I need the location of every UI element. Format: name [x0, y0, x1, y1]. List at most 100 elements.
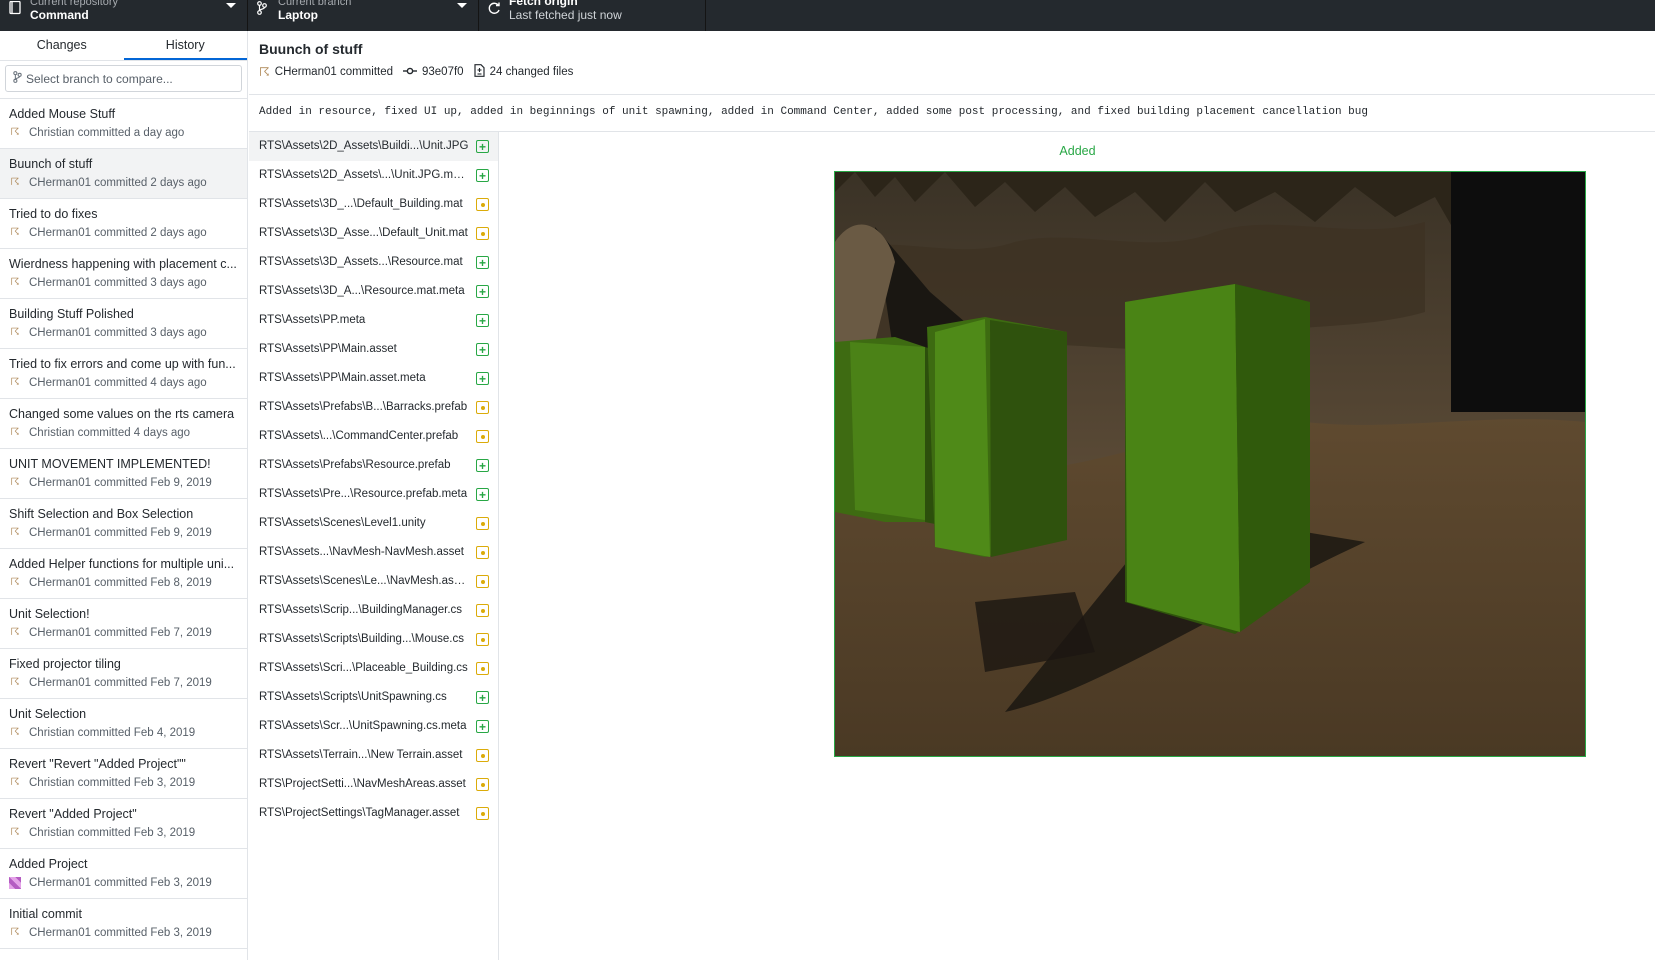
file-path: RTS\Assets\Terrain...\New Terrain.asset — [259, 749, 463, 761]
file-path: RTS\Assets\3D_...\Default_Building.mat — [259, 198, 463, 210]
file-path: RTS\Assets\Pre...\Resource.prefab.meta — [259, 488, 468, 500]
file-path: RTS\Assets\3D_Asse...\Default_Unit.mat — [259, 227, 468, 239]
changed-file-item[interactable]: RTS\Assets\Scripts\Building...\Mouse.cs — [249, 625, 498, 654]
commit-list-item[interactable]: Added Helper functions for multiple uni.… — [0, 549, 247, 599]
commit-item-meta: CHerman01 committed Feb 3, 2019 — [29, 927, 212, 939]
changed-file-item[interactable]: RTS\Assets\Scripts\UnitSpawning.cs + — [249, 683, 498, 712]
file-path: RTS\Assets\...\CommandCenter.prefab — [259, 430, 459, 442]
changed-file-item[interactable]: RTS\Assets\3D_A...\Resource.mat.meta + — [249, 277, 498, 306]
changed-file-item[interactable]: RTS\Assets\Scenes\Le...\NavMesh.asset — [249, 567, 498, 596]
commit-item-meta: CHerman01 committed Feb 9, 2019 — [29, 527, 212, 539]
commit-list-item[interactable]: Tried to do fixes ☈ CHerman01 committed 2 … — [0, 199, 247, 249]
file-path: RTS\Assets\Scrip...\BuildingManager.cs — [259, 604, 463, 616]
avatar: ☈ — [10, 527, 20, 538]
person-icon: ☈ — [259, 65, 270, 79]
commit-list-item[interactable]: Unit Selection! ☈ CHerman01 committed Feb … — [0, 599, 247, 649]
changed-file-item[interactable]: RTS\Assets\Terrain...\New Terrain.asset — [249, 741, 498, 770]
diff-viewer: Added — [500, 132, 1655, 960]
file-modified-icon — [476, 749, 489, 762]
changed-file-item[interactable]: RTS\Assets\Prefabs\Resource.prefab + — [249, 451, 498, 480]
file-path: RTS\Assets\3D_Assets...\Resource.mat — [259, 256, 463, 268]
changed-file-item[interactable]: RTS\Assets\2D_Assets\Buildi...\Unit.JPG + — [249, 132, 498, 161]
file-modified-icon — [476, 807, 489, 820]
file-path: RTS\Assets\3D_A...\Resource.mat.meta — [259, 285, 465, 297]
commit-list-item[interactable]: Fixed projector tiling ☈ CHerman01 committ… — [0, 649, 247, 699]
commit-list-item[interactable]: Added Mouse Stuff ☈ Christian committed a … — [0, 99, 247, 149]
fetch-origin-button[interactable]: Fetch origin Last fetched just now — [479, 0, 706, 31]
commit-list-item[interactable]: Changed some values on the rts camera ☈ Ch… — [0, 399, 247, 449]
file-modified-icon — [476, 662, 489, 675]
changed-file-item[interactable]: RTS\Assets\Scrip...\BuildingManager.cs — [249, 596, 498, 625]
commit-list-item[interactable]: Wierdness happening with placement c... ☈… — [0, 249, 247, 299]
commit-list-item[interactable]: Buunch of stuff ☈ CHerman01 committed 2 da… — [0, 149, 247, 199]
commit-item-title: Tried to fix errors and come up with fun… — [9, 357, 236, 371]
changed-file-item[interactable]: RTS\Assets\Pre...\Resource.prefab.meta + — [249, 480, 498, 509]
changed-file-item[interactable]: RTS\Assets\Prefabs\B...\Barracks.prefab — [249, 393, 498, 422]
file-path: RTS\Assets\Scenes\Le...\NavMesh.asset — [259, 575, 469, 587]
changed-file-item[interactable]: RTS\Assets\...\CommandCenter.prefab — [249, 422, 498, 451]
commit-item-title: Added Mouse Stuff — [9, 107, 116, 121]
changed-file-item[interactable]: RTS\ProjectSettings\TagManager.asset — [249, 799, 498, 828]
tab-changes[interactable]: Changes — [0, 31, 124, 60]
changed-file-item[interactable]: RTS\Assets\Scr...\UnitSpawning.cs.meta + — [249, 712, 498, 741]
commit-details: Buunch of stuff ☈ CHerman01 committed 93… — [249, 31, 1655, 960]
changed-files-count: 24 changed files — [489, 66, 574, 78]
commit-item-meta: CHerman01 committed Feb 3, 2019 — [29, 877, 212, 889]
branch-icon — [257, 1, 267, 17]
avatar: ☈ — [10, 927, 20, 938]
branch-name: Laptop — [278, 8, 318, 22]
changed-file-item[interactable]: RTS\Assets\PP\Main.asset.meta + — [249, 364, 498, 393]
tab-history[interactable]: History — [123, 31, 247, 60]
commit-item-title: Buunch of stuff — [9, 157, 93, 171]
changed-file-item[interactable]: RTS\Assets\3D_Assets...\Resource.mat + — [249, 248, 498, 277]
commit-item-meta: CHerman01 committed 3 days ago — [29, 277, 207, 289]
avatar: ☈ — [10, 627, 20, 638]
changed-file-item[interactable]: RTS\ProjectSetti...\NavMeshAreas.asset — [249, 770, 498, 799]
file-path: RTS\Assets\Prefabs\Resource.prefab — [259, 459, 451, 471]
changed-file-item[interactable]: RTS\Assets...\NavMesh-NavMesh.asset — [249, 538, 498, 567]
file-modified-icon — [476, 604, 489, 617]
file-added-icon: + — [476, 169, 489, 182]
commit-sha[interactable]: 93e07f0 — [422, 66, 464, 78]
commit-item-title: Tried to do fixes — [9, 207, 98, 221]
commit-list-item[interactable]: Added Project CHerman01 committed Feb 3, … — [0, 849, 247, 899]
file-modified-icon — [476, 633, 489, 646]
compare-branch-input[interactable] — [26, 71, 241, 86]
commit-item-title: UNIT MOVEMENT IMPLEMENTED! — [9, 457, 211, 471]
fetch-status: Last fetched just now — [509, 8, 622, 22]
file-modified-icon — [476, 430, 489, 443]
changed-file-item[interactable]: RTS\Assets\Scenes\Level1.unity — [249, 509, 498, 538]
commit-item-title: Added Helper functions for multiple uni.… — [9, 557, 235, 571]
commit-item-meta: Christian committed Feb 3, 2019 — [29, 827, 196, 839]
changed-file-item[interactable]: RTS\Assets\Scri...\Placeable_Building.cs — [249, 654, 498, 683]
commit-item-title: Revert "Added Project" — [9, 807, 137, 821]
commit-list-item[interactable]: Unit Selection ☈ Christian committed Feb 4… — [0, 699, 247, 749]
changed-file-item[interactable]: RTS\Assets\3D_...\Default_Building.mat — [249, 190, 498, 219]
commit-list-item[interactable]: Shift Selection and Box Selection ☈ CHerma… — [0, 499, 247, 549]
repository-selector[interactable]: Current repository Command — [0, 0, 248, 31]
commit-list: Added Mouse Stuff ☈ Christian committed a … — [0, 99, 247, 949]
commit-list-item[interactable]: UNIT MOVEMENT IMPLEMENTED! ☈ CHerman01 com… — [0, 449, 247, 499]
file-path: RTS\Assets\2D_Assets\Buildi...\Unit.JPG — [259, 140, 469, 152]
changed-file-item[interactable]: RTS\Assets\PP.meta + — [249, 306, 498, 335]
commit-list-item[interactable]: Building Stuff Polished ☈ CHerman01 commit… — [0, 299, 247, 349]
chevron-down-icon — [226, 3, 236, 8]
avatar: ☈ — [10, 777, 20, 788]
branch-selector[interactable]: Current branch Laptop — [248, 0, 479, 31]
avatar: ☈ — [10, 177, 20, 188]
changed-file-item[interactable]: RTS\Assets\3D_Asse...\Default_Unit.mat — [249, 219, 498, 248]
file-added-icon: + — [476, 285, 489, 298]
commit-item-title: Unit Selection! — [9, 607, 90, 621]
avatar: ☈ — [10, 727, 20, 738]
commit-list-item[interactable]: Revert "Added Project" ☈ Christian committ… — [0, 799, 247, 849]
commit-list-item[interactable]: Tried to fix errors and come up with fun… — [0, 349, 247, 399]
commit-list-item[interactable]: Revert "Revert "Added Project"" ☈ Christia… — [0, 749, 247, 799]
commit-item-meta: Christian committed a day ago — [29, 127, 185, 139]
commit-list-item[interactable]: Initial commit ☈ CHerman01 committed Feb 3… — [0, 899, 247, 949]
file-path: RTS\Assets\2D_Assets\...\Unit.JPG.meta — [259, 169, 469, 181]
file-added-icon: + — [476, 720, 489, 733]
commit-icon — [403, 65, 417, 79]
changed-file-item[interactable]: RTS\Assets\PP\Main.asset + — [249, 335, 498, 364]
changed-file-item[interactable]: RTS\Assets\2D_Assets\...\Unit.JPG.meta + — [249, 161, 498, 190]
fetch-label: Fetch origin — [509, 0, 578, 8]
